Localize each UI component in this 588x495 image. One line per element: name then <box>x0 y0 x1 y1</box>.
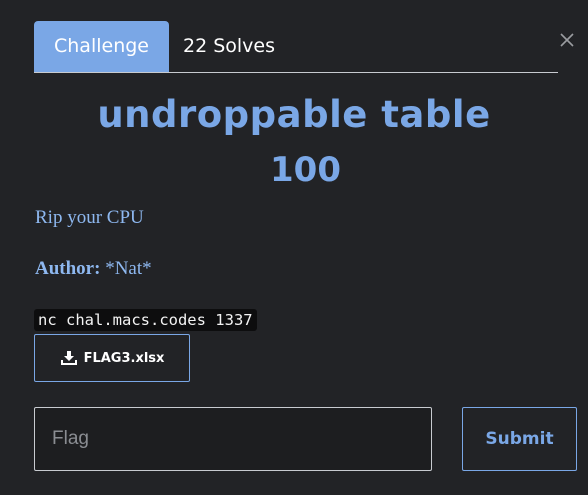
connection-command: nc chal.macs.codes 1337 <box>34 309 257 331</box>
tab-challenge[interactable]: Challenge <box>34 21 169 72</box>
author-value: *Nat* <box>105 258 152 279</box>
flag-input[interactable] <box>34 407 432 471</box>
file-name: FLAG3.xlsx <box>83 350 165 366</box>
close-icon[interactable] <box>558 31 576 49</box>
challenge-author: Author: *Nat* <box>35 258 152 280</box>
submit-button[interactable]: Submit <box>462 407 577 471</box>
download-icon <box>60 351 77 365</box>
tab-solves[interactable]: 22 Solves <box>169 21 289 72</box>
challenge-value: 100 <box>270 150 341 190</box>
author-label: Author: <box>35 258 101 279</box>
challenge-tabs: Challenge 22 Solves <box>34 21 558 73</box>
challenge-description: Rip your CPU <box>35 207 144 228</box>
challenge-name: undroppable table <box>97 93 491 136</box>
file-download-button[interactable]: FLAG3.xlsx <box>34 334 190 382</box>
